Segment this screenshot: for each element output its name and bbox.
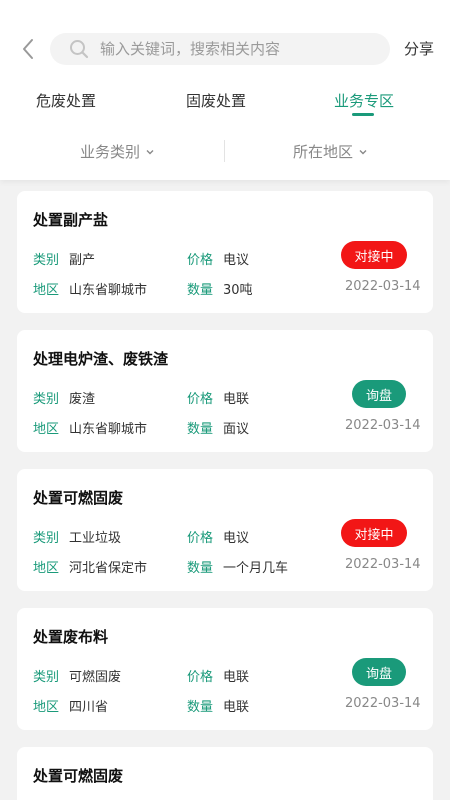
top-bar: 分享 危废处置 固废处置 业务专区 业务类别 所在地区 (0, 0, 450, 180)
listing-card[interactable]: 处置可燃固废 (17, 747, 433, 800)
region-label: 地区 (33, 700, 60, 715)
tab-hazardous-waste[interactable]: 危废处置 (36, 90, 96, 111)
region-label: 地区 (33, 283, 60, 298)
quantity-label: 数量 (187, 422, 214, 437)
listing-title: 处置副产盐 (33, 211, 109, 229)
listing-title: 处置废布料 (33, 628, 109, 646)
category-value: 可燃固废 (69, 670, 122, 685)
price-value: 电联 (223, 670, 250, 685)
quantity-label: 数量 (187, 700, 214, 715)
listing-card[interactable]: 处置废布料 类别 可燃固废 价格 电联 地区 四川省 数量 电联 询盘 2022… (17, 608, 433, 730)
filter-divider (224, 140, 225, 162)
status-badge[interactable]: 询盘 (352, 658, 406, 686)
price-value: 电议 (223, 531, 250, 546)
category-filter-label: 业务类别 (80, 143, 141, 161)
listing-title: 处置可燃固废 (33, 767, 124, 785)
region-value: 山东省聊城市 (69, 422, 148, 437)
search-icon (68, 38, 90, 60)
tab-solid-waste[interactable]: 固废处置 (186, 90, 246, 111)
tab-bar: 危废处置 固废处置 业务专区 (0, 86, 450, 120)
listing-date: 2022-03-14 (345, 279, 421, 294)
price-label: 价格 (187, 670, 214, 685)
chevron-down-icon (146, 148, 154, 156)
quantity-value: 一个月几车 (223, 561, 289, 576)
category-value: 废渣 (69, 392, 96, 407)
active-tab-indicator (352, 113, 374, 116)
price-label: 价格 (187, 531, 214, 546)
listing-date: 2022-03-14 (345, 418, 421, 433)
listing-card[interactable]: 处置可燃固废 类别 工业垃圾 价格 电议 地区 河北省保定市 数量 一个月几车 … (17, 469, 433, 591)
listing-title: 处理电炉渣、废铁渣 (33, 350, 169, 368)
listing-card[interactable]: 处理电炉渣、废铁渣 类别 废渣 价格 电联 地区 山东省聊城市 数量 面议 询盘… (17, 330, 433, 452)
search-input[interactable] (100, 40, 340, 58)
price-label: 价格 (187, 392, 214, 407)
region-filter-label: 所在地区 (293, 143, 354, 161)
region-label: 地区 (33, 422, 60, 437)
search-bar[interactable] (50, 33, 390, 65)
quantity-label: 数量 (187, 561, 214, 576)
listing-date: 2022-03-14 (345, 696, 421, 711)
chevron-down-icon (359, 148, 367, 156)
status-badge[interactable]: 询盘 (352, 380, 406, 408)
region-value: 河北省保定市 (69, 561, 148, 576)
category-label: 类别 (33, 670, 60, 685)
region-value: 山东省聊城市 (69, 283, 148, 298)
category-label: 类别 (33, 253, 60, 268)
back-button[interactable] (14, 34, 42, 64)
region-label: 地区 (33, 561, 60, 576)
quantity-label: 数量 (187, 283, 214, 298)
category-filter-dropdown[interactable]: 业务类别 (80, 141, 154, 162)
listing-date: 2022-03-14 (345, 557, 421, 572)
listing-title: 处置可燃固废 (33, 489, 124, 507)
category-label: 类别 (33, 531, 60, 546)
category-label: 类别 (33, 392, 60, 407)
status-badge[interactable]: 对接中 (341, 519, 407, 547)
price-value: 电联 (223, 392, 250, 407)
quantity-value: 面议 (223, 422, 250, 437)
price-value: 电议 (223, 253, 250, 268)
chevron-left-icon (23, 39, 33, 59)
region-filter-dropdown[interactable]: 所在地区 (293, 141, 367, 162)
category-value: 工业垃圾 (69, 531, 122, 546)
price-label: 价格 (187, 253, 214, 268)
quantity-value: 30吨 (223, 283, 253, 298)
category-value: 副产 (69, 253, 96, 268)
listing-card[interactable]: 处置副产盐 类别 副产 价格 电议 地区 山东省聊城市 数量 30吨 对接中 2… (17, 191, 433, 313)
filter-bar: 业务类别 所在地区 (0, 138, 450, 168)
tab-business-zone[interactable]: 业务专区 (334, 90, 394, 111)
region-value: 四川省 (69, 700, 109, 715)
status-badge[interactable]: 对接中 (341, 241, 407, 269)
quantity-value: 电联 (223, 700, 250, 715)
share-button[interactable]: 分享 (404, 38, 434, 59)
